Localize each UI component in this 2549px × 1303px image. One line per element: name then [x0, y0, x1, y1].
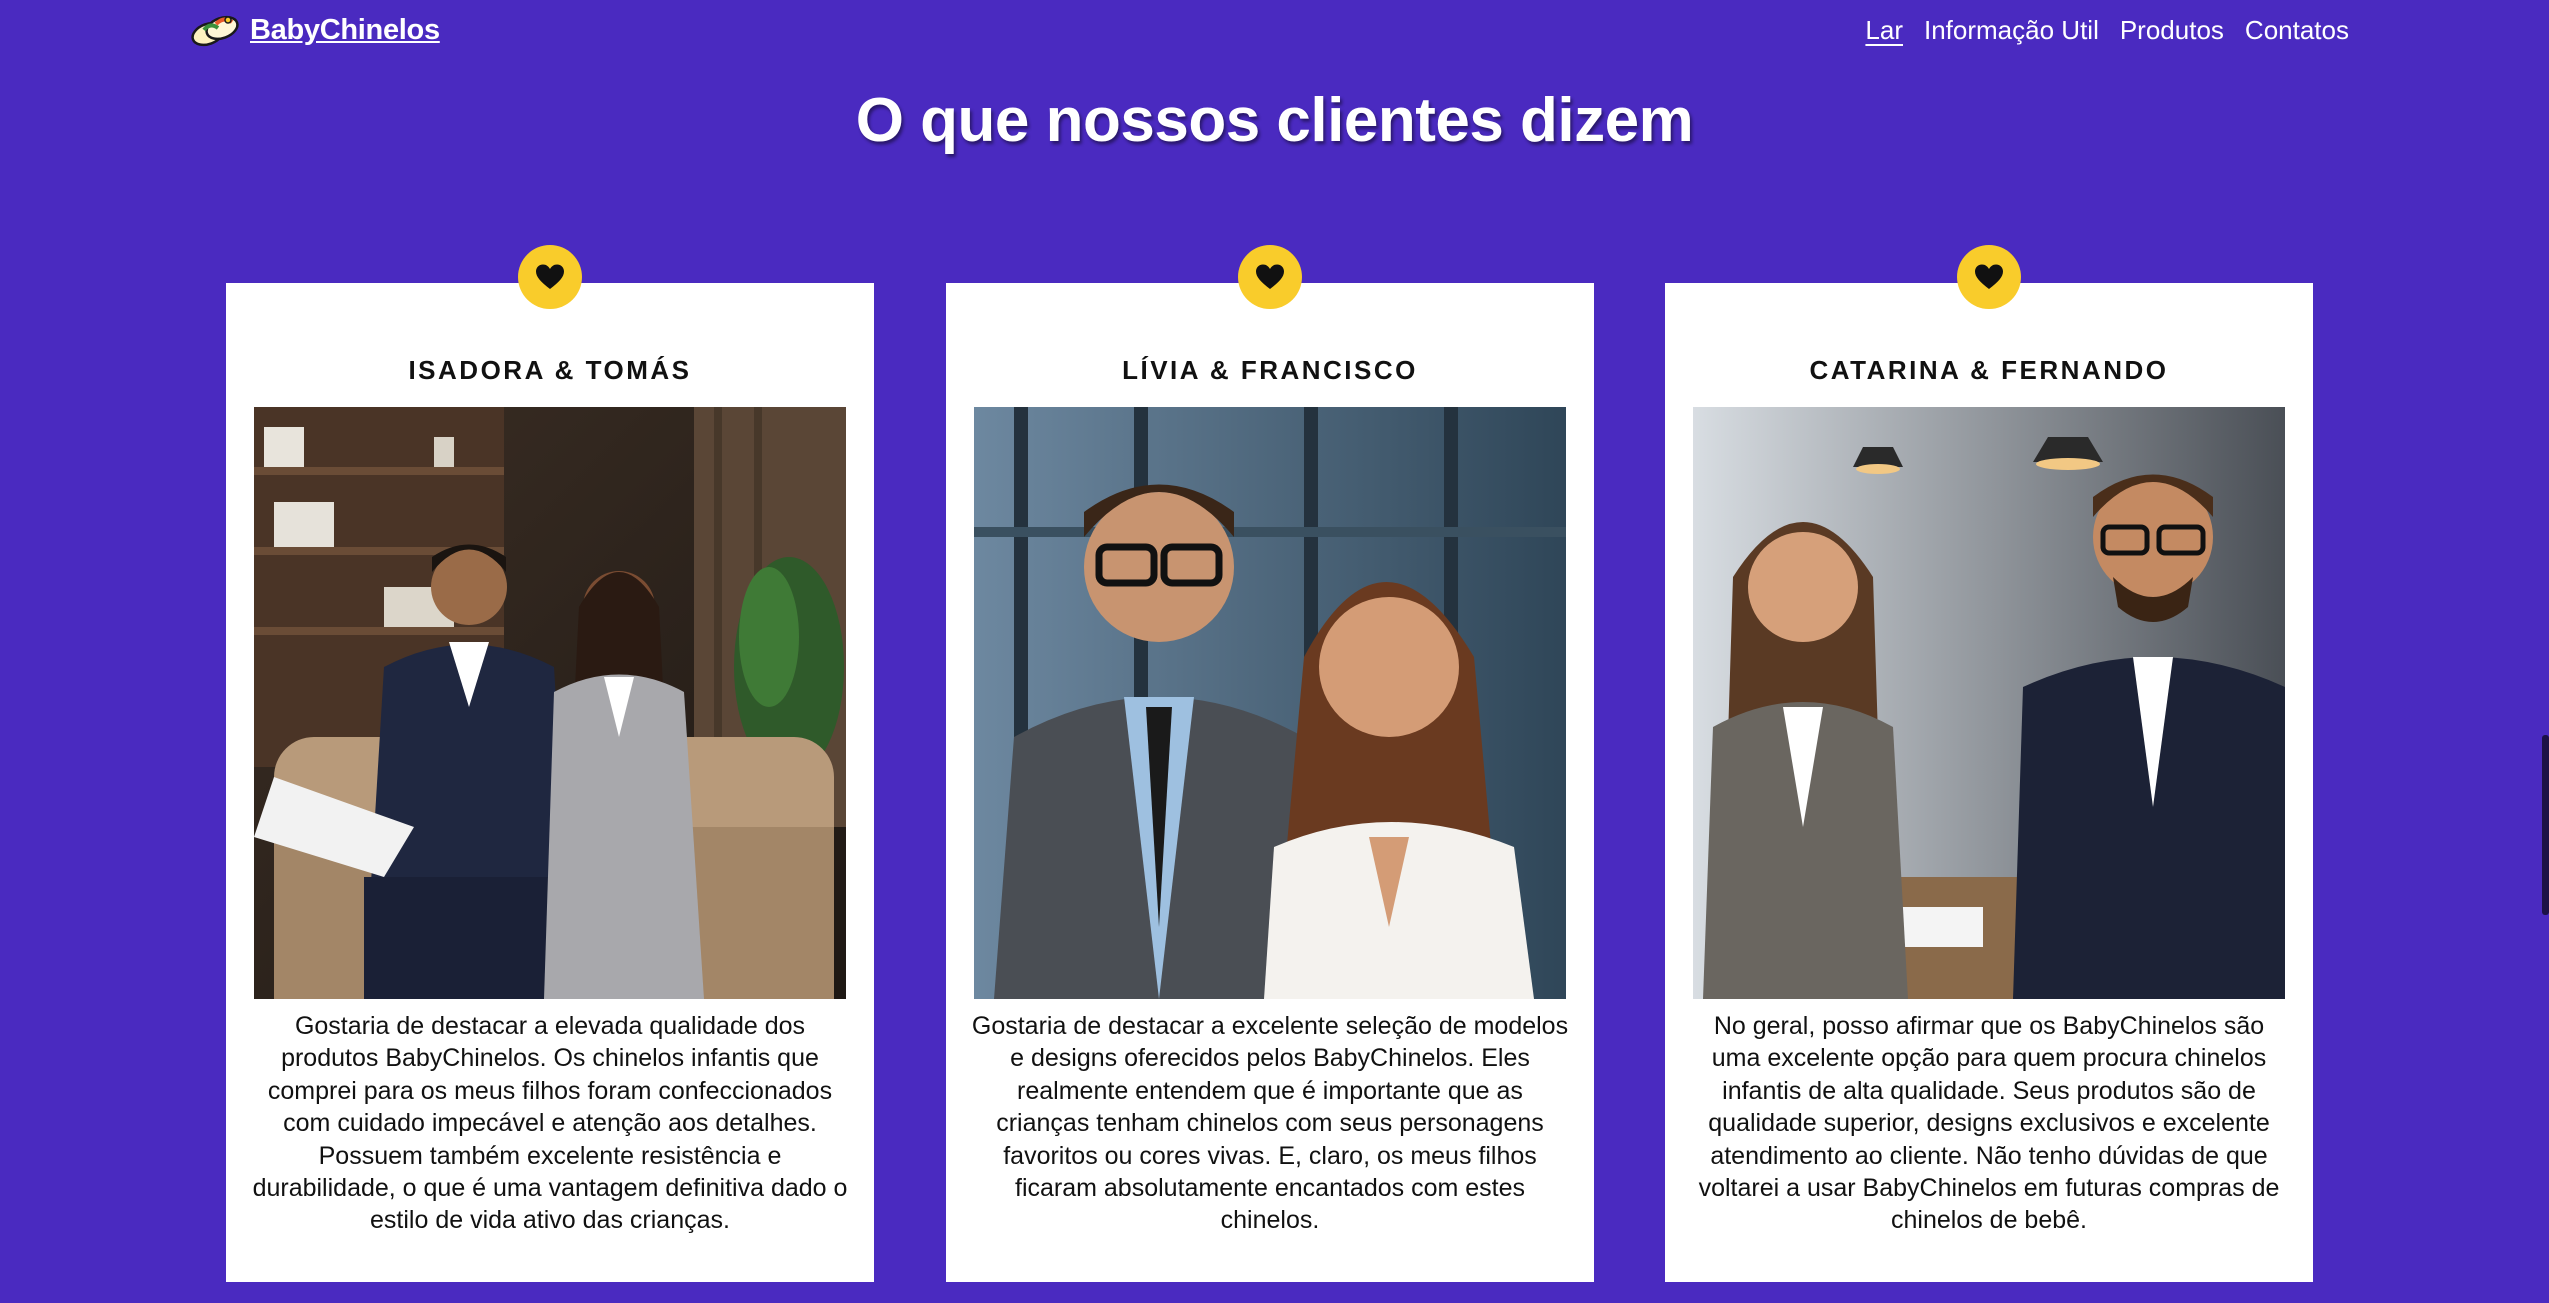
testimonial-quote: Gostaria de destacar a elevada qualidade…: [252, 1012, 848, 1235]
testimonial-photo: [254, 407, 846, 999]
testimonial-photo: [1693, 407, 2285, 999]
heart-badge: [518, 245, 582, 309]
testimonial-name: LÍVIA & FRANCISCO: [1122, 355, 1418, 385]
heart-icon: [1975, 264, 2003, 289]
testimonials-section: ISADORA & TOMÁS Gostaria de destacar a e…: [0, 0, 2549, 1303]
heart-badge: [1957, 245, 2021, 309]
testimonial-quote: Gostaria de destacar a excelente seleção…: [971, 1012, 1569, 1235]
couple-photo-icon: [974, 407, 1566, 999]
couple-photo-icon: [254, 407, 846, 999]
testimonial-card: ISADORA & TOMÁS Gostaria de destacar a e…: [226, 245, 874, 1282]
testimonial-card: CATARINA & FERNANDO No geral, posso afir…: [1665, 245, 2313, 1282]
testimonial-name: CATARINA & FERNANDO: [1809, 355, 2169, 385]
couple-photo-icon: [1693, 407, 2285, 999]
testimonial-card: LÍVIA & FRANCISCO Gostaria de destacar a…: [946, 245, 1594, 1282]
testimonial-photo: [974, 407, 1566, 999]
heart-icon: [1256, 264, 1284, 289]
heart-badge: [1238, 245, 1302, 309]
testimonial-quote: No geral, posso afirmar que os BabyChine…: [1698, 1012, 2280, 1235]
testimonial-name: ISADORA & TOMÁS: [408, 355, 692, 385]
heart-icon: [536, 264, 564, 289]
scrollbar-thumb[interactable]: [2542, 735, 2549, 915]
